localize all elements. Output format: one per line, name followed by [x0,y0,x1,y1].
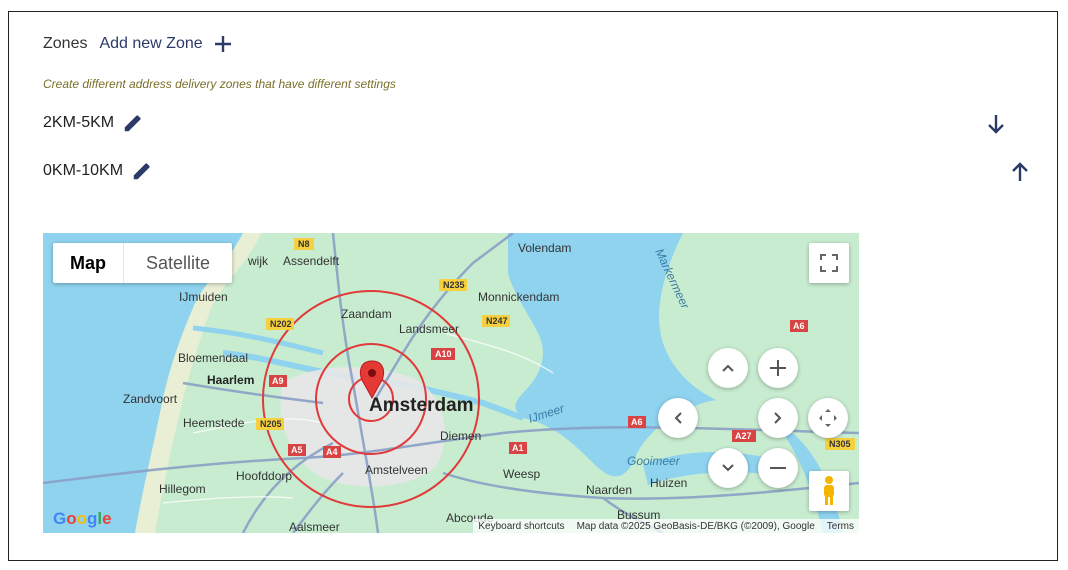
edit-pencil-icon[interactable] [131,160,153,182]
svg-text:N8: N8 [298,239,310,249]
pan-up-icon [722,364,734,372]
place-label: Heemstede [183,416,245,430]
pan-down-icon [722,464,734,472]
place-label: Zaandam [341,307,392,321]
svg-text:A6: A6 [793,321,805,331]
place-label: wijk [247,254,269,268]
road-badge: N305 [825,438,855,450]
map-attribution: Keyboard shortcuts Map data ©2025 GeoBas… [473,519,859,533]
road-badge: A6 [628,416,646,428]
zone-row: 2KM-5KM [43,112,144,134]
zones-card: Zones Add new Zone Create different addr… [8,11,1058,561]
zone-name: 0KM-10KM [43,162,124,179]
svg-text:A6: A6 [631,417,643,427]
recenter-button[interactable] [808,398,848,438]
fullscreen-icon [820,254,838,272]
zones-hint: Create different address delivery zones … [43,77,396,91]
svg-text:A10: A10 [435,349,452,359]
place-label: IJmuiden [179,290,228,304]
place-label: Hillegom [159,482,206,496]
place-label: Landsmeer [399,322,459,336]
pan-up-button[interactable] [708,348,748,388]
place-label: Zandvoort [123,392,178,406]
city-label: Amsterdam [369,395,474,416]
arrow-up-icon[interactable] [1010,161,1030,183]
place-label: Assendelft [283,254,340,268]
google-logo: Google [53,509,112,528]
road-badge: N235 [439,279,467,291]
road-badge: N8 [294,238,314,250]
road-badge: A5 [288,444,306,456]
fullscreen-button[interactable] [809,243,849,283]
place-label: Hoofddorp [236,469,292,483]
pan-right-button[interactable] [758,398,798,438]
road-badge: A1 [509,442,527,454]
place-label: Amstelveen [365,463,428,477]
map-type-map-button[interactable]: Map [53,243,123,283]
road-badge: A27 [732,430,756,442]
add-zone-button[interactable]: Add new Zone [99,34,232,54]
road-badge: A6 [790,320,808,332]
arrow-down-icon[interactable] [986,113,1006,135]
edit-pencil-icon[interactable] [122,112,144,134]
road-badge: A10 [431,348,455,360]
road-badge: N247 [482,315,510,327]
place-label: Huizen [650,476,687,490]
pan-right-icon [774,412,782,424]
pegman-icon [824,476,834,505]
zoom-out-icon [770,467,786,469]
road-badge: N202 [266,318,294,330]
place-label: Monnickendam [478,290,559,304]
svg-text:N305: N305 [829,439,851,449]
svg-text:N205: N205 [260,419,282,429]
road-badge: N205 [256,418,284,430]
map-view[interactable]: Assendelft Volendam IJmuiden Zaandam Mon… [43,233,859,533]
svg-text:A4: A4 [326,447,338,457]
place-label: Diemen [440,429,481,443]
svg-text:N235: N235 [443,280,465,290]
keyboard-shortcuts-link[interactable]: Keyboard shortcuts [478,521,564,532]
zoom-in-icon [770,360,786,376]
water-label: Gooimeer [627,454,681,468]
plus-icon [214,36,231,52]
map-type-control: Map Satellite [53,243,233,283]
terms-link[interactable]: Terms [827,521,854,532]
add-zone-label: Add new Zone [99,35,203,52]
svg-text:A9: A9 [272,376,284,386]
place-label: Bloemendaal [178,351,248,365]
pan-left-button[interactable] [658,398,698,438]
svg-text:A1: A1 [512,443,524,453]
svg-text:A5: A5 [291,445,303,455]
place-label: Naarden [586,483,632,497]
road-badge: A9 [269,375,287,387]
zone-name: 2KM-5KM [43,114,115,131]
zoom-in-button[interactable] [758,348,798,388]
svg-text:N202: N202 [270,319,292,329]
map-data-credit: Map data ©2025 GeoBasis-DE/BKG (©2009), … [576,520,815,532]
pan-left-icon [674,412,682,424]
place-label: Haarlem [207,373,254,387]
road-badge: A4 [323,446,341,458]
zoom-out-button[interactable] [758,448,798,488]
pan-down-button[interactable] [708,448,748,488]
svg-text:A27: A27 [735,431,752,441]
street-view-button[interactable] [809,471,849,511]
place-label: Weesp [503,467,540,481]
svg-text:N247: N247 [486,316,508,326]
place-label: Aalsmeer [289,520,340,533]
zones-header: Zones Add new Zone [43,34,233,54]
place-label: Volendam [518,241,571,255]
map-type-satellite-button[interactable]: Satellite [123,243,232,283]
recenter-icon [819,409,837,427]
zone-row: 0KM-10KM [43,160,153,182]
zones-title: Zones [43,35,88,52]
